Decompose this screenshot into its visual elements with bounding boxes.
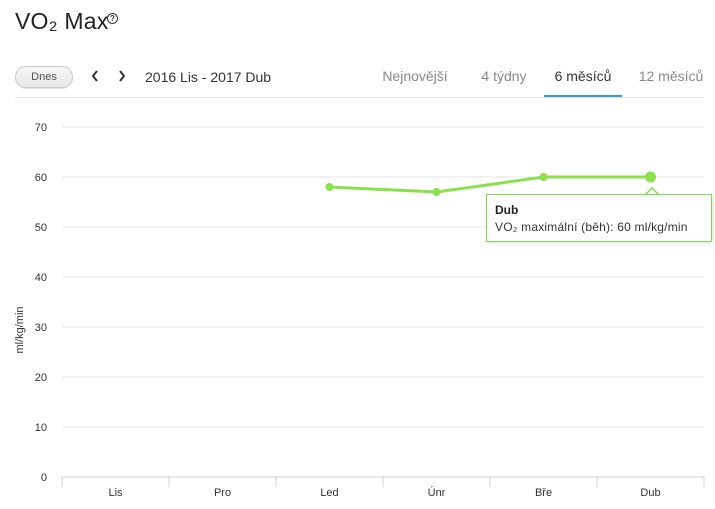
data-point[interactable] xyxy=(539,173,548,181)
x-tick-label: Led xyxy=(320,487,338,499)
x-tick-label: Únr xyxy=(428,486,446,499)
series-line xyxy=(329,175,651,194)
y-tick-label: 20 xyxy=(35,372,47,384)
tab-12-months[interactable]: 12 měsíců xyxy=(632,61,710,97)
x-tick-label: Dub xyxy=(640,487,660,499)
date-range-label: 2016 Lis - 2017 Dub xyxy=(145,69,272,85)
tooltip-title: Dub xyxy=(495,203,519,217)
x-tick-label: Pro xyxy=(214,487,231,499)
chevron-right-icon[interactable] xyxy=(115,66,129,86)
y-tick-label: 30 xyxy=(35,322,47,334)
x-tick-label: Lis xyxy=(108,487,123,499)
today-button[interactable]: Dnes xyxy=(15,66,73,88)
y-tick-label: 60 xyxy=(35,172,47,184)
tab-6-months[interactable]: 6 měsíců xyxy=(544,61,622,97)
data-tooltip: Dub VO₂ maximální (běh): 60 ml/kg/min xyxy=(486,194,712,242)
question-circle-icon[interactable]: ? xyxy=(107,13,118,24)
y-axis-label: ml/kg/min xyxy=(14,306,26,353)
data-point[interactable] xyxy=(432,188,441,196)
tooltip-text: VO₂ maximální (běh): 60 ml/kg/min xyxy=(495,220,688,234)
y-tick-label: 50 xyxy=(35,222,47,234)
page-title: VO₂ Max xyxy=(15,8,109,34)
y-tick-label: 40 xyxy=(35,272,47,284)
highlighted-data-point[interactable] xyxy=(645,171,656,183)
y-tick-label: 0 xyxy=(41,472,47,484)
y-tick-label: 70 xyxy=(35,122,47,134)
tab-latest[interactable]: Nejnovější xyxy=(378,61,452,97)
vo2max-line-chart: 0 10 20 30 40 50 60 70 Lis Pro Led Únr Bře Dub ml/kg… xyxy=(14,122,705,499)
y-tick-label: 10 xyxy=(35,422,47,434)
data-point[interactable] xyxy=(325,183,334,191)
x-tick-label: Bře xyxy=(535,487,552,499)
chevron-left-icon[interactable] xyxy=(88,66,102,86)
tab-4-weeks[interactable]: 4 týdny xyxy=(472,61,536,97)
